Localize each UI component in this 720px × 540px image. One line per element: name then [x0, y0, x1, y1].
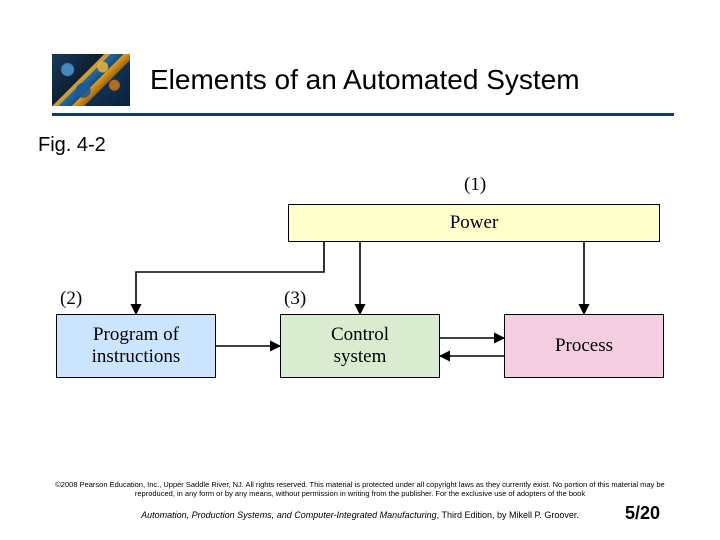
diagram-label-2: (2): [60, 288, 82, 310]
book-title: Automation, Production Systems, and Comp…: [141, 510, 437, 520]
diagram-box-process: Process: [504, 314, 664, 378]
diagram-box-program: Program of instructions: [56, 314, 216, 378]
slide-title: Elements of an Automated System: [148, 64, 680, 96]
book-rest: , Third Edition, by Mikell P. Groover.: [437, 510, 579, 520]
diagram-label-3: (3): [284, 288, 306, 310]
diagram-box-power: Power: [288, 204, 660, 242]
diagram: (1) (2) (3) Power Program of instruction…: [56, 168, 664, 418]
header-thumbnail-image: [52, 54, 130, 106]
copyright-text: ©2008 Pearson Education, Inc., Upper Sad…: [40, 480, 680, 498]
page-number: 5/20: [625, 503, 660, 524]
diagram-label-1: (1): [464, 174, 486, 196]
diagram-box-control: Control system: [280, 314, 440, 378]
figure-label: Fig. 4-2: [38, 134, 106, 157]
title-underline: [52, 113, 674, 116]
book-citation: Automation, Production Systems, and Comp…: [40, 510, 680, 520]
slide: Elements of an Automated System Fig. 4-2…: [0, 0, 720, 540]
header: Elements of an Automated System: [52, 52, 680, 108]
